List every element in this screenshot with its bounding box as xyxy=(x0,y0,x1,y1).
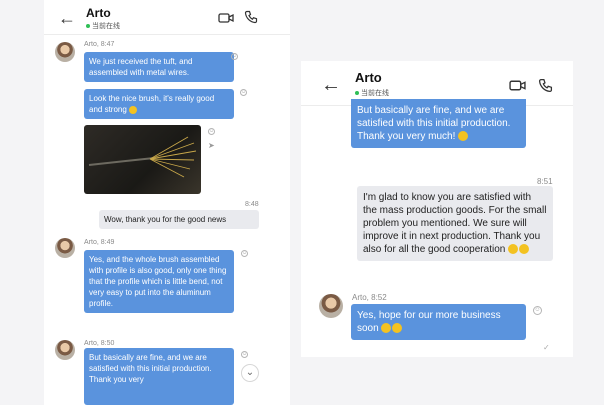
video-camera-icon[interactable] xyxy=(218,12,234,24)
contact-name: Arto xyxy=(355,70,382,85)
avatar[interactable] xyxy=(55,42,75,62)
avatar[interactable] xyxy=(319,294,343,318)
react-emoji-icon[interactable]: ☺ xyxy=(231,53,238,60)
chat-panel-left: ← Arto 当前在线 Arto, 8:47 We just received … xyxy=(44,0,290,405)
message-bubble[interactable]: But basically are fine, and we are satis… xyxy=(84,348,234,405)
online-status: 当前在线 xyxy=(86,21,120,31)
arrow-left-icon[interactable]: ← xyxy=(321,75,341,95)
message-bubble[interactable]: Yes, hope for our more business soon xyxy=(351,304,526,340)
share-icon[interactable]: ➤ xyxy=(208,141,215,150)
message-meta: Arto, 8:47 xyxy=(84,41,115,48)
message-meta: Arto, 8:49 xyxy=(84,239,115,246)
react-emoji-icon[interactable]: ☺ xyxy=(241,351,248,358)
online-status: 当前在线 xyxy=(355,88,389,98)
handshake-emoji-icon xyxy=(381,323,392,334)
brush-image xyxy=(88,136,197,178)
online-dot-icon xyxy=(355,91,359,96)
phone-icon[interactable] xyxy=(244,10,258,24)
message-bubble[interactable]: We just received the tuft, and assembled… xyxy=(84,52,234,82)
smile-emoji-icon xyxy=(129,105,138,114)
handshake-emoji-icon xyxy=(508,244,519,255)
react-emoji-icon[interactable]: ☺ xyxy=(208,128,215,135)
chat-header: ← Arto 当前在线 xyxy=(44,0,290,35)
phone-icon[interactable] xyxy=(538,78,553,93)
message-meta: Arto, 8:50 xyxy=(84,340,115,347)
message-bubble[interactable]: But basically are fine, and we are satis… xyxy=(351,99,526,148)
avatar[interactable] xyxy=(55,238,75,258)
message-time: 8:51 xyxy=(537,177,553,186)
react-emoji-icon[interactable]: ☺ xyxy=(240,89,247,96)
handshake-emoji-icon xyxy=(392,323,403,334)
avatar[interactable] xyxy=(55,340,75,360)
message-time: 8:48 xyxy=(245,201,259,208)
contact-name: Arto xyxy=(86,6,111,20)
check-icon: ✓ xyxy=(543,343,550,352)
message-bubble-mine[interactable]: I'm glad to know you are satisfied with … xyxy=(357,186,553,261)
handshake-emoji-icon xyxy=(519,244,530,255)
scroll-down-button[interactable]: ⌄ xyxy=(241,364,259,382)
cool-emoji-icon xyxy=(458,131,469,142)
online-dot-icon xyxy=(86,24,90,29)
message-bubble[interactable]: Yes, and the whole brush assembled with … xyxy=(84,250,234,313)
message-bubble-mine[interactable]: Wow, thank you for the good news xyxy=(99,210,259,229)
message-bubble[interactable]: Look the nice brush, it's really good an… xyxy=(84,89,234,119)
brush-photo[interactable] xyxy=(84,125,201,194)
message-meta: Arto, 8:52 xyxy=(352,293,387,302)
react-emoji-icon[interactable]: ☺ xyxy=(533,306,542,315)
arrow-left-icon[interactable]: ← xyxy=(58,9,76,27)
react-emoji-icon[interactable]: ☺ xyxy=(241,250,248,257)
video-camera-icon[interactable] xyxy=(509,79,526,92)
chat-panel-right: ← Arto 当前在线 But basically are fine, and … xyxy=(301,61,573,357)
